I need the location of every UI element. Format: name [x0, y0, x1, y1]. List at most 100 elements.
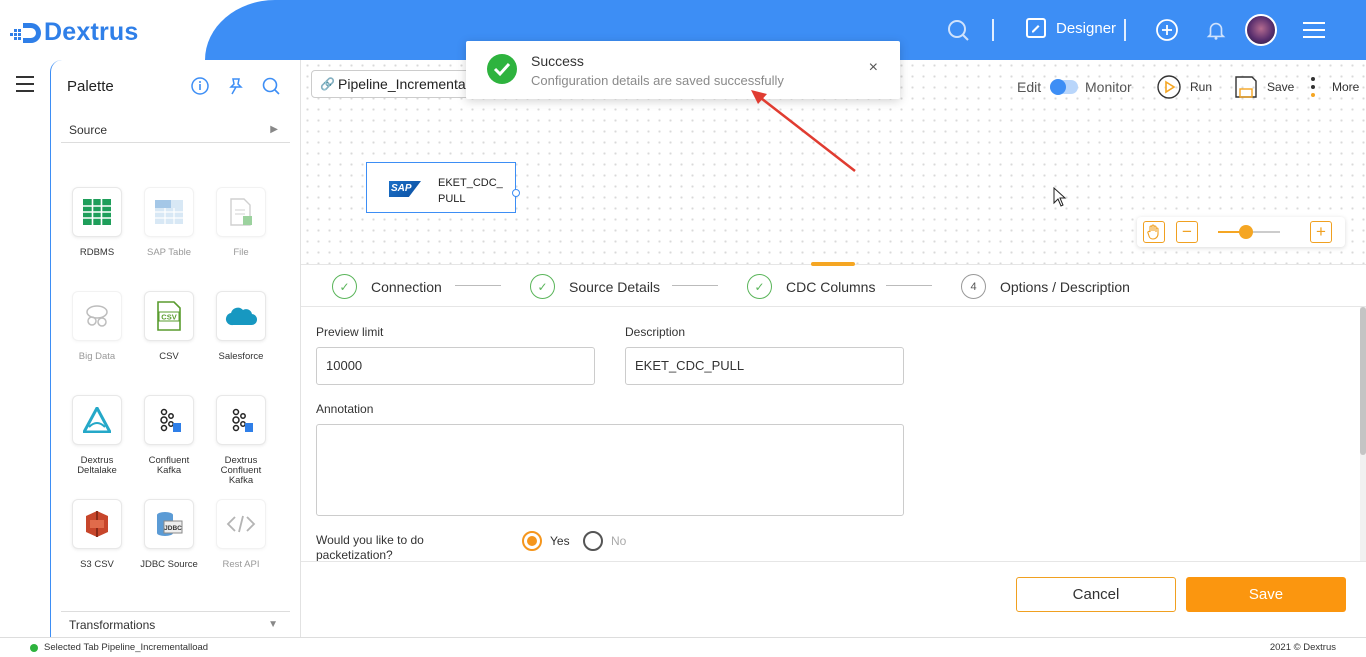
- radio-circle: [522, 531, 542, 551]
- tile-label: RDBMS: [79, 247, 115, 258]
- palette-tile-dextrus-confluent-kafka[interactable]: Dextrus Confluent Kafka: [211, 395, 271, 486]
- radio-circle: [583, 531, 603, 551]
- panel-resize-handle[interactable]: [811, 262, 855, 266]
- hamburger-icon[interactable]: [1301, 17, 1327, 43]
- step-label: CDC Columns: [786, 278, 876, 295]
- palette-section-source[interactable]: Source ▶: [61, 117, 290, 143]
- save-icon: [1233, 74, 1259, 100]
- palette-tile-confluent-kafka[interactable]: Confluent Kafka: [139, 395, 199, 476]
- close-icon[interactable]: ×: [869, 59, 878, 77]
- run-label: Run: [1190, 80, 1213, 94]
- copyright-text: 2021 © Dextrus: [1269, 642, 1336, 653]
- zoom-slider-thumb[interactable]: [1238, 225, 1253, 239]
- description-input[interactable]: EKET_CDC_PULL: [625, 347, 904, 385]
- code-icon: [216, 499, 266, 549]
- tile-label: Dextrus Confluent Kafka: [220, 455, 262, 486]
- caret-down-icon: ▼: [268, 619, 278, 630]
- step-connector: [886, 285, 932, 286]
- add-circle-icon[interactable]: [1154, 17, 1180, 43]
- radio-label: No: [611, 534, 627, 548]
- zoom-slider[interactable]: [1218, 225, 1280, 239]
- step-source-details[interactable]: ✓ Source Details: [530, 274, 660, 299]
- kebab-menu-icon: [1306, 74, 1320, 100]
- table-grid-icon: [72, 187, 122, 237]
- cancel-button[interactable]: Cancel: [1016, 577, 1176, 612]
- search-icon[interactable]: [945, 17, 971, 43]
- kafka-icon: [144, 395, 194, 445]
- step-number: 4: [961, 274, 986, 299]
- palette-tile-rdbms[interactable]: RDBMS: [67, 187, 127, 258]
- palette-tile-jdbc-source[interactable]: JDBC JDBC Source: [139, 499, 199, 570]
- pipeline-node[interactable]: SAP EKET_CDC_PULL: [366, 162, 520, 213]
- zoom-in-button[interactable]: +: [1310, 221, 1332, 243]
- side-menu-icon[interactable]: [16, 76, 34, 97]
- node-output-port[interactable]: [512, 189, 520, 197]
- bell-icon[interactable]: [1203, 17, 1229, 43]
- annotation-arrow: [751, 90, 856, 172]
- section-label: Source: [69, 123, 108, 137]
- config-stepper: ✓ Connection ✓ Source Details ✓ CDC Colu…: [301, 262, 1366, 307]
- packetization-yes-radio[interactable]: Yes: [522, 531, 570, 551]
- step-label: Connection: [371, 278, 442, 295]
- tile-label: CSV: [159, 351, 179, 362]
- step-cdc-columns[interactable]: ✓ CDC Columns: [747, 274, 875, 299]
- sap-table-icon: [144, 187, 194, 237]
- status-bar: Selected Tab Pipeline_Incrementalload 20…: [0, 637, 1366, 657]
- search-icon[interactable]: [261, 76, 281, 96]
- tile-label: Big Data: [78, 351, 116, 362]
- preview-limit-label: Preview limit: [316, 325, 384, 339]
- palette-tile-big-data[interactable]: Big Data: [67, 291, 127, 362]
- options-form: Preview limit 10000 Description EKET_CDC…: [301, 307, 1360, 562]
- edit-monitor-toggle[interactable]: [1050, 79, 1078, 95]
- packetization-no-radio[interactable]: No: [583, 531, 626, 551]
- edit-icon: [1026, 18, 1046, 38]
- save-button[interactable]: Save: [1186, 577, 1346, 612]
- preview-limit-input[interactable]: 10000: [316, 347, 595, 385]
- designer-button[interactable]: Designer: [1026, 18, 1116, 38]
- palette-tile-s3-csv[interactable]: S3 CSV: [67, 499, 127, 570]
- step-connector: [672, 285, 718, 286]
- info-icon[interactable]: [190, 76, 210, 96]
- packetization-label: Would you like to do packetization?: [316, 533, 424, 562]
- palette-tile-rest-api[interactable]: Rest API: [211, 499, 271, 570]
- kafka-icon: [216, 395, 266, 445]
- brand-name: Dextrus: [44, 18, 139, 46]
- node-label: EKET_CDC_PULL: [438, 177, 503, 205]
- palette-tile-salesforce[interactable]: Salesforce: [211, 291, 271, 362]
- header-divider: [992, 19, 994, 41]
- step-options-description[interactable]: 4 Options / Description: [961, 274, 1130, 299]
- tile-label: Salesforce: [218, 351, 264, 362]
- annotation-textarea[interactable]: [316, 424, 904, 516]
- more-label: More: [1332, 80, 1360, 94]
- step-connector: [455, 285, 501, 286]
- scrollbar-thumb[interactable]: [1360, 307, 1366, 455]
- annotation-label: Annotation: [316, 402, 374, 416]
- run-button[interactable]: Run: [1156, 72, 1212, 102]
- caret-right-icon: ▶: [270, 124, 278, 135]
- save-action-button[interactable]: Save: [1233, 72, 1294, 102]
- palette-tile-sap-table[interactable]: SAP Table: [139, 187, 199, 258]
- status-dot-icon: [30, 644, 38, 652]
- s3-icon: [72, 499, 122, 549]
- pin-icon[interactable]: [226, 76, 246, 96]
- pipeline-name-field[interactable]: 🔗 Pipeline_Incrementalload: [311, 70, 481, 98]
- palette-tile-dextrus-deltalake[interactable]: Dextrus Deltalake: [67, 395, 127, 476]
- step-connection[interactable]: ✓ Connection: [332, 274, 442, 299]
- palette-tile-csv[interactable]: CSV CSV: [139, 291, 199, 362]
- pan-hand-icon[interactable]: [1143, 221, 1165, 243]
- avatar[interactable]: [1245, 14, 1277, 46]
- more-button[interactable]: More: [1306, 72, 1359, 102]
- tile-label: SAP Table: [146, 247, 192, 258]
- check-icon: ✓: [747, 274, 772, 299]
- toast-title: Success: [531, 53, 584, 69]
- dextrus-logo[interactable]: Dextrus: [10, 18, 139, 47]
- zoom-out-button[interactable]: −: [1176, 221, 1198, 243]
- mode-monitor-label: Monitor: [1085, 79, 1132, 95]
- status-text: Selected Tab Pipeline_Incrementalload: [44, 642, 209, 653]
- form-scrollbar[interactable]: [1360, 307, 1366, 561]
- big-data-icon: [72, 291, 122, 341]
- tile-label: File: [233, 247, 249, 258]
- palette-tile-file[interactable]: File: [211, 187, 271, 258]
- radio-label: Yes: [550, 534, 570, 548]
- palette-section-transformations[interactable]: Transformations ▼: [61, 611, 290, 637]
